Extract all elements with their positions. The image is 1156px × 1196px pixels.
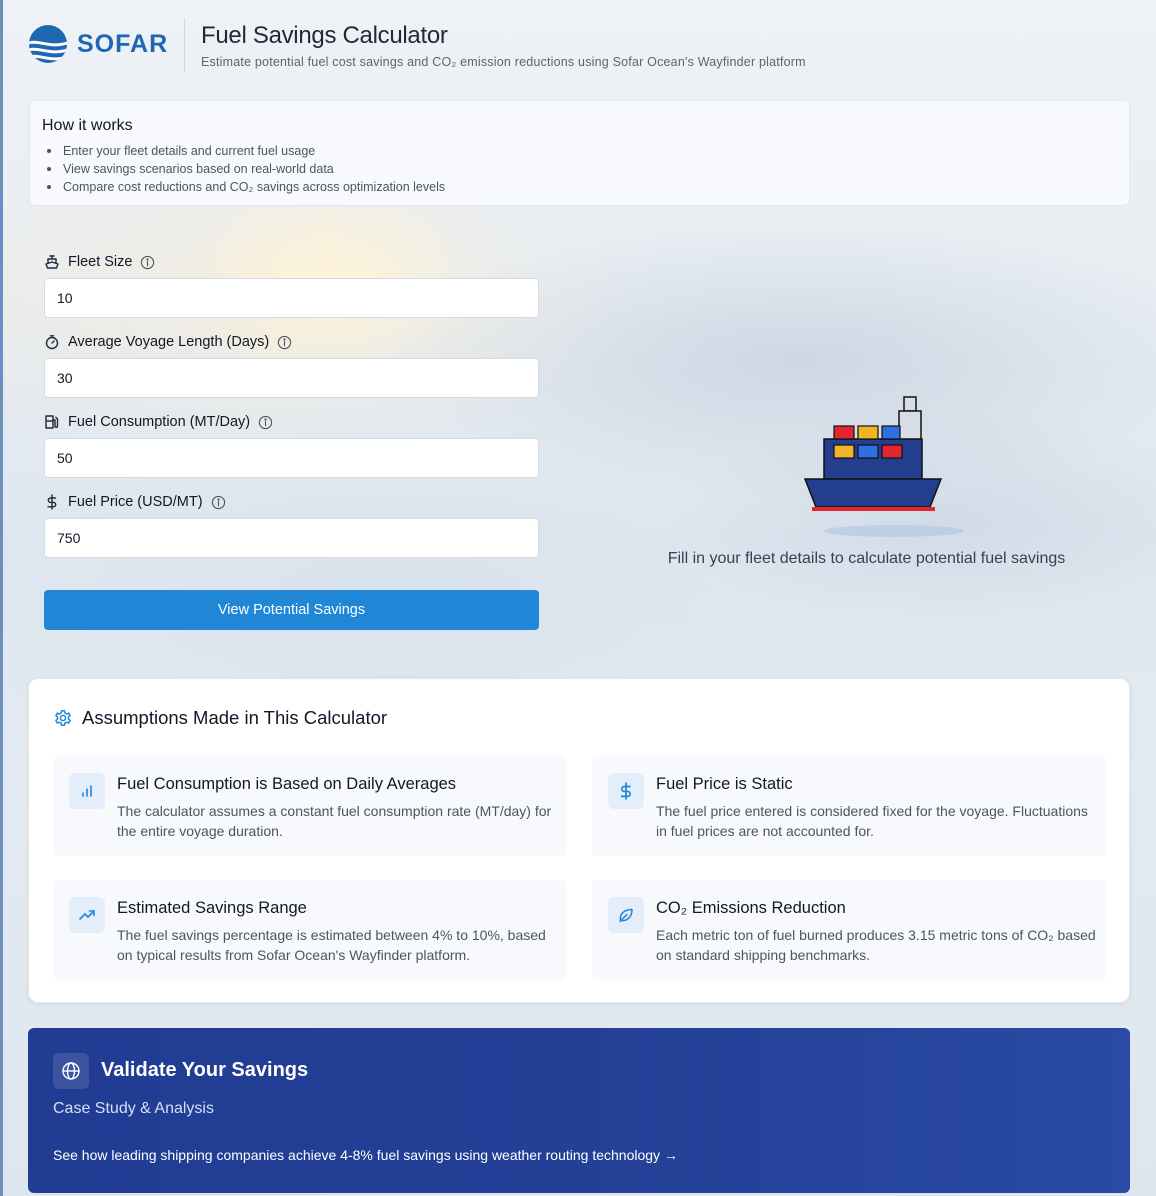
trending-up-icon: [69, 897, 105, 933]
fleet-size-label-row: Fleet Size: [44, 252, 539, 272]
sofar-logo-icon: [29, 25, 67, 63]
voyage-length-label-row: Average Voyage Length (Days): [44, 332, 539, 352]
container-ship-illustration: [803, 396, 964, 537]
assumption-card-title: Fuel Consumption is Based on Daily Avera…: [117, 775, 457, 793]
timer-icon: [44, 334, 60, 350]
fuel-price-label-row: Fuel Price (USD/MT): [44, 492, 539, 512]
validate-savings-banner: Validate Your Savings Case Study & Analy…: [28, 1028, 1130, 1193]
info-icon[interactable]: [140, 255, 155, 270]
assumption-card-text: The calculator assumes a constant fuel c…: [117, 803, 552, 839]
assumption-card-title: CO₂ Emissions Reduction: [656, 899, 846, 917]
how-it-works-list: Enter your fleet details and current fue…: [42, 142, 1117, 196]
page-subtitle: Estimate potential fuel cost savings and…: [201, 55, 806, 69]
assumption-card: CO₂ Emissions Reduction Each metric ton …: [592, 880, 1106, 980]
fuel-price-input[interactable]: [44, 518, 539, 558]
sofar-logo[interactable]: SOFAR: [28, 24, 168, 64]
gear-icon: [53, 708, 73, 728]
fuel-price-field: Fuel Price (USD/MT): [44, 492, 539, 558]
fleet-size-input[interactable]: [44, 278, 539, 318]
validate-subtitle: Case Study & Analysis: [53, 1100, 214, 1117]
fuel-pump-icon: [44, 414, 60, 430]
fleet-size-field: Fleet Size: [44, 252, 539, 318]
fuel-consumption-field: Fuel Consumption (MT/Day): [44, 412, 539, 478]
fuel-consumption-label: Fuel Consumption (MT/Day): [68, 414, 251, 430]
leaf-icon: [608, 897, 644, 933]
assumption-card: Estimated Savings Range The fuel savings…: [53, 880, 567, 980]
empty-state-message: Fill in your fleet details to calculate …: [667, 550, 1066, 567]
list-item: Compare cost reductions and CO₂ savings …: [42, 178, 1117, 196]
fuel-price-label: Fuel Price (USD/MT): [68, 494, 203, 510]
info-icon[interactable]: [258, 415, 273, 430]
assumption-card-text: The fuel savings percentage is estimated…: [117, 927, 546, 963]
voyage-length-field: Average Voyage Length (Days): [44, 332, 539, 398]
list-item: Enter your fleet details and current fue…: [42, 142, 1117, 160]
assumption-card-text: The fuel price entered is considered fix…: [656, 803, 1088, 839]
voyage-length-input[interactable]: [44, 358, 539, 398]
assumption-card-text: Each metric ton of fuel burned produces …: [656, 927, 1096, 963]
dollar-icon: [608, 773, 644, 809]
ship-icon: [44, 254, 60, 270]
assumptions-header: Assumptions Made in This Calculator: [53, 707, 387, 729]
bar-chart-icon: [69, 773, 105, 809]
dollar-icon: [44, 494, 60, 510]
fuel-consumption-input[interactable]: [44, 438, 539, 478]
assumptions-title: Assumptions Made in This Calculator: [82, 707, 388, 728]
fuel-consumption-label-row: Fuel Consumption (MT/Day): [44, 412, 539, 432]
logo-text: SOFAR: [77, 29, 169, 58]
info-icon[interactable]: [277, 335, 292, 350]
assumption-card: Fuel Consumption is Based on Daily Avera…: [53, 756, 567, 856]
page-title: Fuel Savings Calculator: [201, 22, 448, 49]
voyage-length-label: Average Voyage Length (Days): [68, 334, 270, 350]
assumption-card-title: Fuel Price is Static: [656, 775, 793, 793]
globe-icon: [53, 1053, 89, 1089]
how-it-works-panel: How it works Enter your fleet details an…: [29, 100, 1130, 206]
case-study-link[interactable]: See how leading shipping companies achie…: [53, 1147, 678, 1163]
how-it-works-title: How it works: [42, 117, 133, 134]
fleet-size-label: Fleet Size: [68, 254, 133, 270]
header-divider: [184, 18, 185, 72]
assumptions-panel: Assumptions Made in This Calculator Fuel…: [28, 678, 1130, 1003]
window-edge: [0, 0, 3, 1196]
assumption-card-title: Estimated Savings Range: [117, 899, 307, 917]
validate-title: Validate Your Savings: [101, 1059, 309, 1081]
list-item: View savings scenarios based on real-wor…: [42, 160, 1117, 178]
assumption-card: Fuel Price is Static The fuel price ente…: [592, 756, 1106, 856]
header: SOFAR Fuel Savings Calculator Estimate p…: [0, 0, 1156, 94]
info-icon[interactable]: [211, 495, 226, 510]
view-savings-button[interactable]: View Potential Savings: [44, 590, 539, 630]
